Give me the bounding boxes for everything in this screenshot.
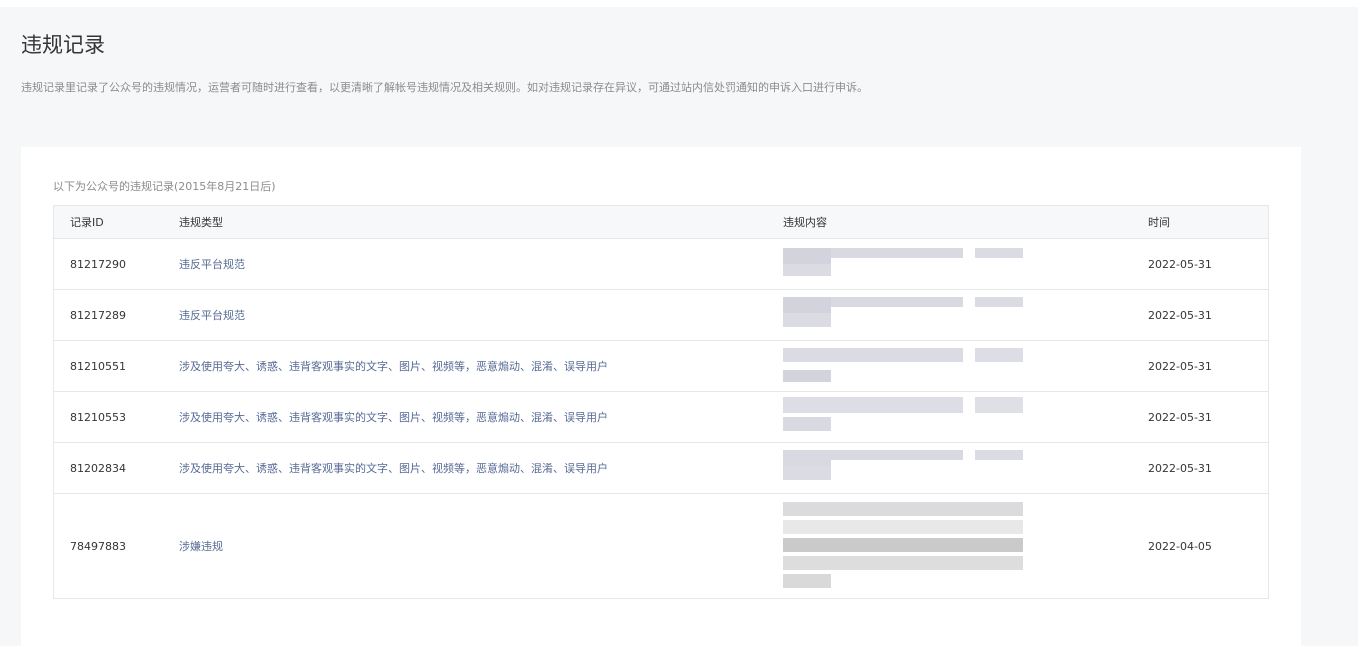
- record-time: 2022-05-31: [1148, 257, 1212, 271]
- record-content: [783, 494, 1045, 598]
- record-id: 81202834: [70, 461, 126, 475]
- record-content: [783, 290, 1045, 340]
- record-time: 2022-05-31: [1148, 359, 1212, 373]
- record-type-text: 违反平台规范: [179, 258, 245, 271]
- record-content: [783, 392, 1045, 442]
- record-type-text: 涉及使用夸大、诱惑、违背客观事实的文字、图片、视频等，恶意煽动、混淆、误导用户: [179, 411, 608, 424]
- table-row: 78497883 涉嫌违规 2022-04-05: [54, 494, 1268, 598]
- blurred-content: [783, 242, 1045, 286]
- record-type-text: 涉及使用夸大、诱惑、违背客观事实的文字、图片、视频等，恶意煽动、混淆、误导用户: [179, 360, 608, 373]
- column-header-time: 时间: [1148, 216, 1170, 229]
- blurred-content: [783, 293, 1045, 337]
- record-type: 涉及使用夸大、诱惑、违背客观事实的文字、图片、视频等，恶意煽动、混淆、误导用户: [179, 443, 608, 493]
- records-table: 记录ID 违规类型 违规内容 时间 81217290 违反平台规范 2022-0…: [53, 205, 1269, 599]
- record-id: 81217289: [70, 308, 126, 322]
- column-header-content: 违规内容: [783, 216, 827, 229]
- record-time: 2022-05-31: [1148, 308, 1212, 322]
- record-time: 2022-05-31: [1148, 461, 1212, 475]
- record-type: 涉及使用夸大、诱惑、违背客观事实的文字、图片、视频等，恶意煽动、混淆、误导用户: [179, 392, 608, 442]
- records-card: 以下为公众号的违规记录(2015年8月21日后) 记录ID 违规类型 违规内容 …: [21, 147, 1301, 646]
- column-header-type: 违规类型: [179, 216, 223, 229]
- table-row: 81210553 涉及使用夸大、诱惑、违背客观事实的文字、图片、视频等，恶意煽动…: [54, 392, 1268, 443]
- blurred-content: [783, 344, 1045, 388]
- record-id: 78497883: [70, 539, 126, 553]
- records-note: 以下为公众号的违规记录(2015年8月21日后): [53, 180, 276, 193]
- record-id: 81210553: [70, 410, 126, 424]
- record-type-text: 违反平台规范: [179, 309, 245, 322]
- column-header-id: 记录ID: [70, 216, 104, 229]
- record-time: 2022-05-31: [1148, 410, 1212, 424]
- record-content: [783, 239, 1045, 289]
- record-id: 81217290: [70, 257, 126, 271]
- table-row: 81217289 违反平台规范 2022-05-31: [54, 290, 1268, 341]
- blurred-content: [783, 395, 1045, 439]
- page-description: 违规记录里记录了公众号的违规情况，运营者可随时进行查看，以更清晰了解帐号违规情况…: [21, 81, 868, 94]
- record-id: 81210551: [70, 359, 126, 373]
- table-row: 81210551 涉及使用夸大、诱惑、违背客观事实的文字、图片、视频等，恶意煽动…: [54, 341, 1268, 392]
- page-title: 违规记录: [21, 33, 105, 57]
- record-content: [783, 341, 1045, 391]
- record-type: 违反平台规范: [179, 239, 245, 289]
- record-time: 2022-04-05: [1148, 539, 1212, 553]
- record-type: 涉及使用夸大、诱惑、违背客观事实的文字、图片、视频等，恶意煽动、混淆、误导用户: [179, 341, 608, 391]
- blurred-content: [783, 500, 1045, 592]
- record-type-text: 涉嫌违规: [179, 540, 223, 553]
- blurred-content: [783, 446, 1045, 490]
- record-content: [783, 443, 1045, 493]
- table-header: 记录ID 违规类型 违规内容 时间: [54, 206, 1268, 239]
- record-type: 涉嫌违规: [179, 494, 223, 598]
- violation-records-page: 违规记录 违规记录里记录了公众号的违规情况，运营者可随时进行查看，以更清晰了解帐…: [0, 7, 1358, 646]
- record-type-text: 涉及使用夸大、诱惑、违背客观事实的文字、图片、视频等，恶意煽动、混淆、误导用户: [179, 462, 608, 475]
- table-row: 81202834 涉及使用夸大、诱惑、违背客观事实的文字、图片、视频等，恶意煽动…: [54, 443, 1268, 494]
- table-row: 81217290 违反平台规范 2022-05-31: [54, 239, 1268, 290]
- record-type: 违反平台规范: [179, 290, 245, 340]
